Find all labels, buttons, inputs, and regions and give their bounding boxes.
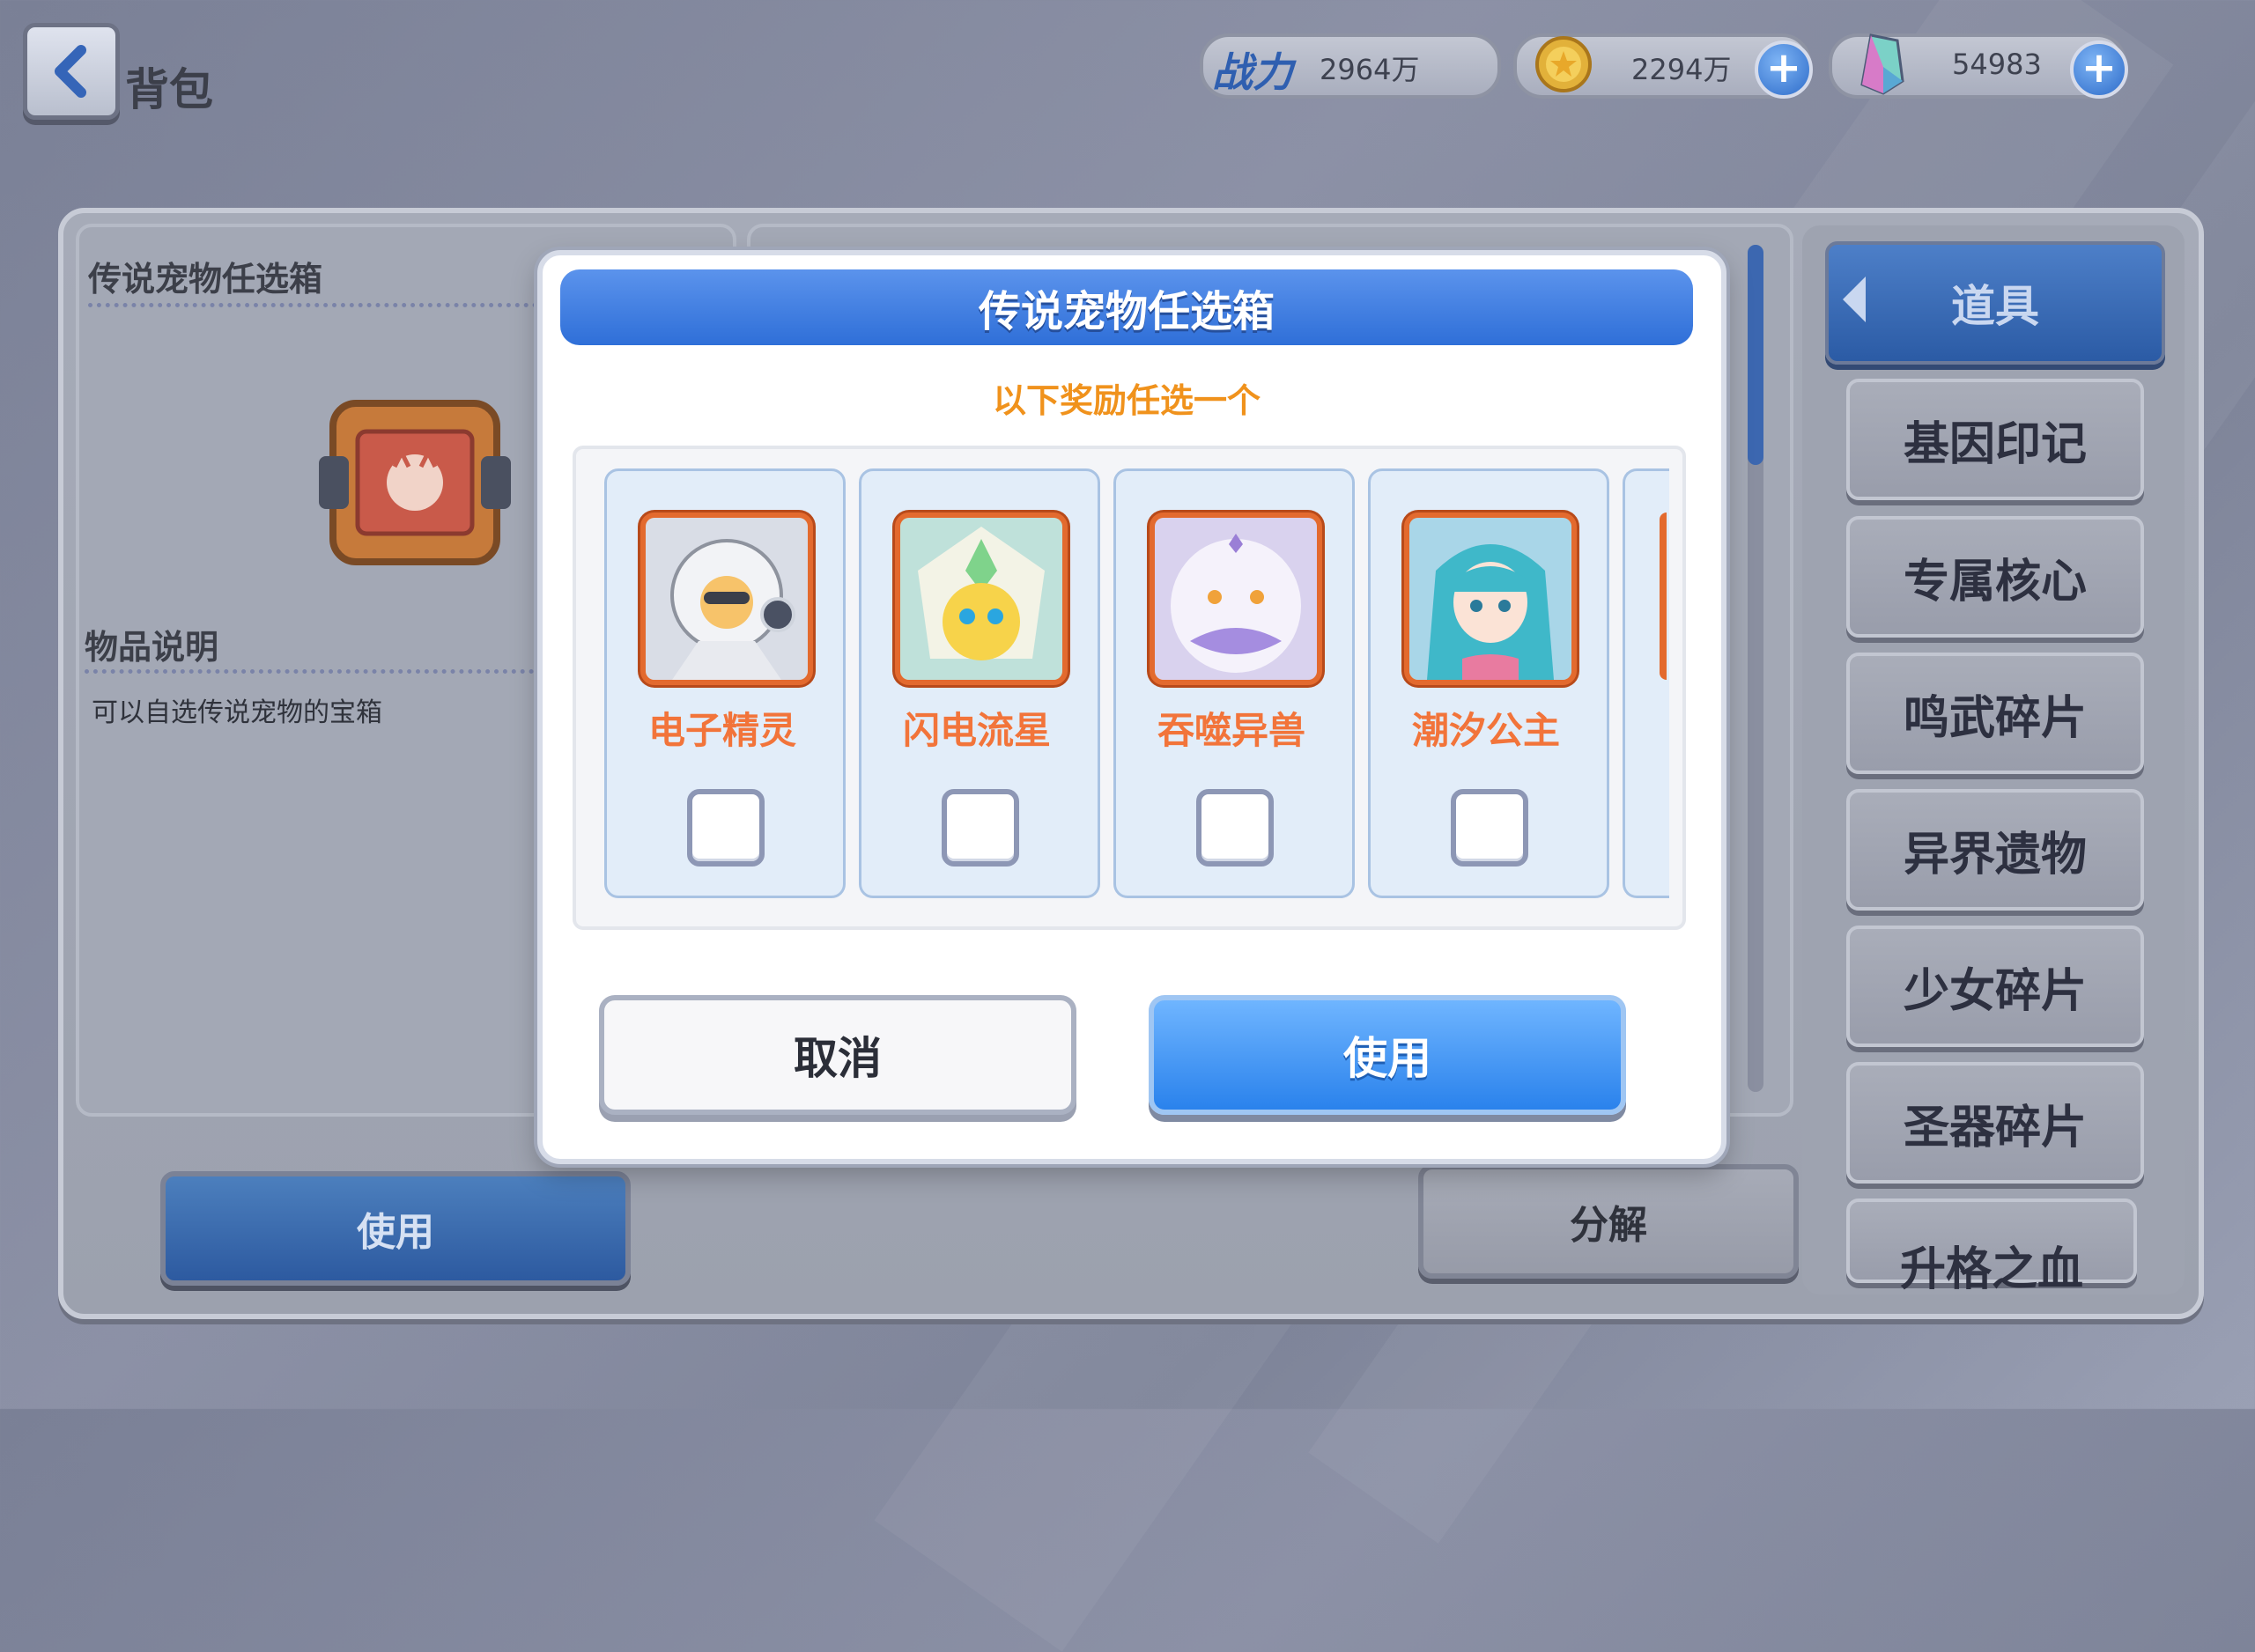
reward-checkbox[interactable] <box>687 789 765 867</box>
confirm-use-button[interactable]: 使用 <box>1149 995 1626 1115</box>
dialog-subtitle: 以下奖励任选一个 <box>992 381 1261 420</box>
pet-name: 潮汐公主 <box>1411 709 1560 752</box>
reward-checkbox[interactable] <box>942 789 1019 867</box>
reward-checkbox[interactable] <box>1451 789 1528 867</box>
pet-icon-partial <box>1660 513 1667 680</box>
pet-name: 电子精灵 <box>647 709 796 752</box>
dialog-title: 传说宠物任选箱 <box>560 269 1693 345</box>
cancel-button[interactable]: 取消 <box>599 995 1076 1115</box>
pet-icon-tide-princess <box>1404 513 1577 685</box>
reward-checkbox[interactable] <box>1196 789 1274 867</box>
pet-name: 吞噬异兽 <box>1157 709 1305 752</box>
pet-name: 闪电流星 <box>902 709 1051 752</box>
pet-icon-electronic-sprite <box>640 513 813 685</box>
pet-icon-lightning-meteor <box>895 513 1068 685</box>
pet-icon-devouring-beast <box>1150 513 1322 685</box>
